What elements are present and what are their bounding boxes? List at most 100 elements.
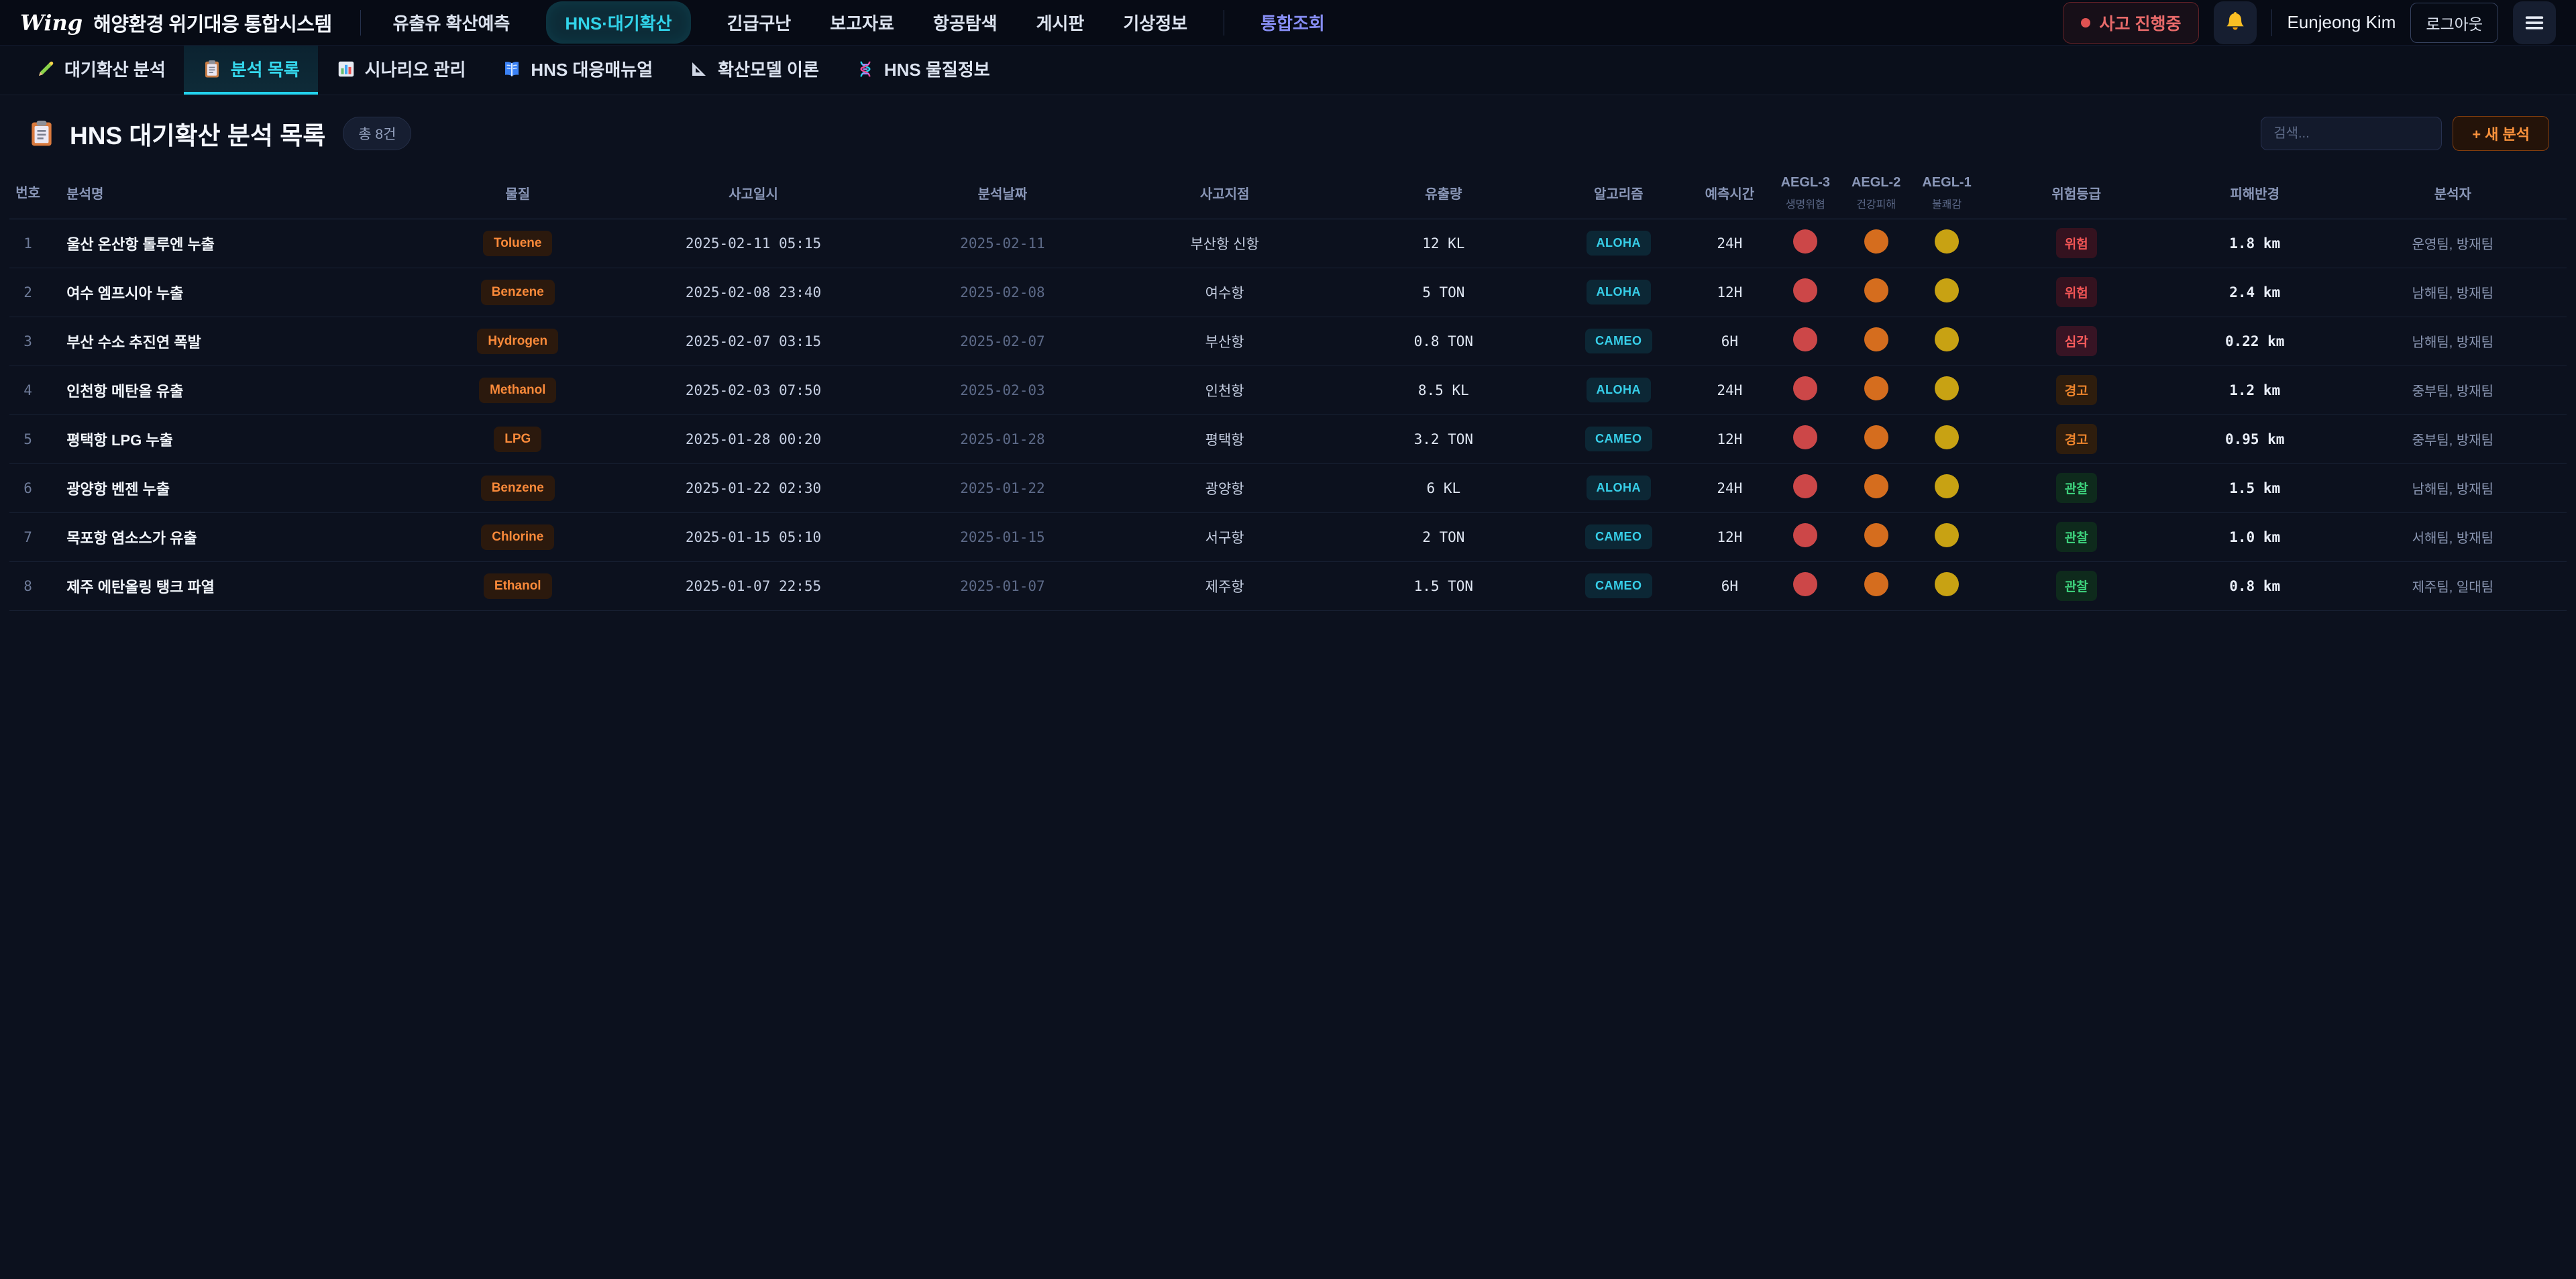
table-row[interactable]: 7 목포항 염소스가 유출 Chlorine 2025-01-15 05:10 … bbox=[9, 512, 2567, 561]
cell-substance: Toluene bbox=[423, 219, 612, 268]
page-head: HNS 대기확산 분석 목록 총 8건 + 새 분석 bbox=[0, 95, 2576, 168]
substance-badge: Benzene bbox=[481, 280, 555, 305]
tab[interactable]: HNS 대응매뉴얼 bbox=[484, 46, 671, 95]
cell-incident-datetime: 2025-02-08 23:40 bbox=[612, 268, 895, 317]
aegl1-indicator-icon bbox=[1935, 523, 1959, 547]
tab[interactable]: 분석 목록 bbox=[184, 46, 318, 95]
tab[interactable]: 시나리오 관리 bbox=[318, 46, 484, 95]
column-header: 유출량 bbox=[1339, 168, 1548, 219]
pencil-icon bbox=[36, 59, 56, 79]
brand-divider bbox=[360, 10, 361, 36]
column-header: 분석날짜 bbox=[895, 168, 1110, 219]
cell-aegl2 bbox=[1841, 463, 1911, 512]
column-header: 예측시간 bbox=[1689, 168, 1770, 219]
brand-logo: Wing 해양환경 위기대응 통합시스템 bbox=[20, 9, 332, 37]
substance-badge: Benzene bbox=[481, 476, 555, 501]
cell-duration: 24H bbox=[1689, 366, 1770, 414]
tab[interactable]: 대기확산 분석 bbox=[17, 46, 184, 95]
table-row[interactable]: 4 인천항 메탄올 유출 Methanol 2025-02-03 07:50 2… bbox=[9, 366, 2567, 414]
table-row[interactable]: 6 광양항 벤젠 누출 Benzene 2025-01-22 02:30 202… bbox=[9, 463, 2567, 512]
notifications-button[interactable] bbox=[2214, 1, 2257, 44]
nav-item[interactable]: 유출유 확산예측 bbox=[390, 1, 513, 44]
cell-radius: 1.5 km bbox=[2171, 463, 2339, 512]
tab[interactable]: HNS 물질정보 bbox=[837, 46, 1008, 95]
aegl2-indicator-icon bbox=[1864, 425, 1888, 449]
ruler-icon bbox=[689, 59, 709, 79]
dna-icon bbox=[855, 59, 875, 79]
cell-aegl2 bbox=[1841, 512, 1911, 561]
cell-substance: Ethanol bbox=[423, 561, 612, 610]
cell-amount: 0.8 TON bbox=[1339, 317, 1548, 366]
algorithm-badge: ALOHA bbox=[1587, 231, 1652, 256]
logout-button[interactable]: 로그아웃 bbox=[2410, 3, 2498, 43]
cell-algorithm: ALOHA bbox=[1548, 268, 1689, 317]
aegl1-indicator-icon bbox=[1935, 327, 1959, 351]
aegl2-indicator-icon bbox=[1864, 523, 1888, 547]
cell-aegl2 bbox=[1841, 219, 1911, 268]
cell-radius: 2.4 km bbox=[2171, 268, 2339, 317]
cell-analyst: 남해팀, 방재팀 bbox=[2339, 268, 2567, 317]
cell-aegl1 bbox=[1911, 463, 1982, 512]
cell-duration: 12H bbox=[1689, 414, 1770, 463]
cell-risk: 위험 bbox=[1982, 268, 2171, 317]
new-analysis-button[interactable]: + 새 분석 bbox=[2453, 116, 2549, 151]
tab[interactable]: 확산모델 이론 bbox=[671, 46, 837, 95]
substance-badge: LPG bbox=[494, 427, 541, 452]
column-header: AEGL-1불쾌감 bbox=[1911, 168, 1982, 219]
cell-duration: 12H bbox=[1689, 268, 1770, 317]
cell-aegl1 bbox=[1911, 317, 1982, 366]
cell-analysis-name: 목포항 염소스가 유출 bbox=[46, 512, 423, 561]
table-row[interactable]: 5 평택항 LPG 누출 LPG 2025-01-28 00:20 2025-0… bbox=[9, 414, 2567, 463]
risk-badge: 위험 bbox=[2056, 277, 2097, 307]
cell-analysis-name: 평택항 LPG 누출 bbox=[46, 414, 423, 463]
column-subheader: 불쾌감 bbox=[1915, 195, 1978, 211]
cell-risk: 관찰 bbox=[1982, 512, 2171, 561]
aegl1-indicator-icon bbox=[1935, 572, 1959, 596]
cell-amount: 6 KL bbox=[1339, 463, 1548, 512]
nav-item[interactable]: 통합조회 bbox=[1258, 1, 1328, 44]
clipboard-icon bbox=[27, 119, 56, 148]
table-row[interactable]: 8 제주 에탄올링 탱크 파열 Ethanol 2025-01-07 22:55… bbox=[9, 561, 2567, 610]
cell-analyst: 제주팀, 일대팀 bbox=[2339, 561, 2567, 610]
nav-item[interactable]: 긴급구난 bbox=[724, 1, 794, 44]
sub-tab-bar: 대기확산 분석 분석 목록 시나리오 관리 HNS 대응매뉴얼 확산모델 이론 … bbox=[0, 46, 2576, 95]
cell-analysis-date: 2025-01-15 bbox=[895, 512, 1110, 561]
algorithm-badge: CAMEO bbox=[1585, 427, 1652, 451]
table-row[interactable]: 2 여수 엠프시아 누출 Benzene 2025-02-08 23:40 20… bbox=[9, 268, 2567, 317]
cell-no: 8 bbox=[9, 561, 46, 610]
aegl2-indicator-icon bbox=[1864, 474, 1888, 498]
search-input[interactable] bbox=[2261, 117, 2442, 150]
user-name: Eunjeong Kim bbox=[2287, 12, 2396, 33]
aegl3-indicator-icon bbox=[1793, 523, 1817, 547]
substance-badge: Methanol bbox=[479, 378, 556, 403]
cell-substance: LPG bbox=[423, 414, 612, 463]
cell-analysis-name: 부산 수소 추진연 폭발 bbox=[46, 317, 423, 366]
bell-icon bbox=[2223, 11, 2247, 35]
column-header: 알고리즘 bbox=[1548, 168, 1689, 219]
nav-item[interactable]: 보고자료 bbox=[827, 1, 897, 44]
aegl3-indicator-icon bbox=[1793, 376, 1817, 400]
nav-item[interactable]: 항공탐색 bbox=[930, 1, 1000, 44]
cell-algorithm: CAMEO bbox=[1548, 512, 1689, 561]
cell-no: 7 bbox=[9, 512, 46, 561]
tab-label: 확산모델 이론 bbox=[718, 56, 819, 81]
menu-button[interactable] bbox=[2513, 1, 2556, 44]
cell-no: 2 bbox=[9, 268, 46, 317]
top-bar: Wing 해양환경 위기대응 통합시스템 유출유 확산예측 HNS·대기확산 긴급구… bbox=[0, 0, 2576, 46]
aegl2-indicator-icon bbox=[1864, 572, 1888, 596]
table-row[interactable]: 1 울산 온산항 톨루엔 누출 Toluene 2025-02-11 05:15… bbox=[9, 219, 2567, 268]
column-header: 사고일시 bbox=[612, 168, 895, 219]
nav-item[interactable]: 게시판 bbox=[1034, 1, 1087, 44]
table-row[interactable]: 3 부산 수소 추진연 폭발 Hydrogen 2025-02-07 03:15… bbox=[9, 317, 2567, 366]
nav-item[interactable]: HNS·대기확산 bbox=[546, 1, 690, 44]
aegl2-indicator-icon bbox=[1864, 327, 1888, 351]
app-title: 해양환경 위기대응 통합시스템 bbox=[93, 9, 331, 37]
cell-incident-datetime: 2025-01-28 00:20 bbox=[612, 414, 895, 463]
cell-location: 부산항 bbox=[1110, 317, 1339, 366]
aegl3-indicator-icon bbox=[1793, 474, 1817, 498]
risk-badge: 경고 bbox=[2056, 375, 2097, 405]
aegl2-indicator-icon bbox=[1864, 278, 1888, 302]
cell-incident-datetime: 2025-01-22 02:30 bbox=[612, 463, 895, 512]
nav-item[interactable]: 기상정보 bbox=[1120, 1, 1190, 44]
aegl3-indicator-icon bbox=[1793, 425, 1817, 449]
